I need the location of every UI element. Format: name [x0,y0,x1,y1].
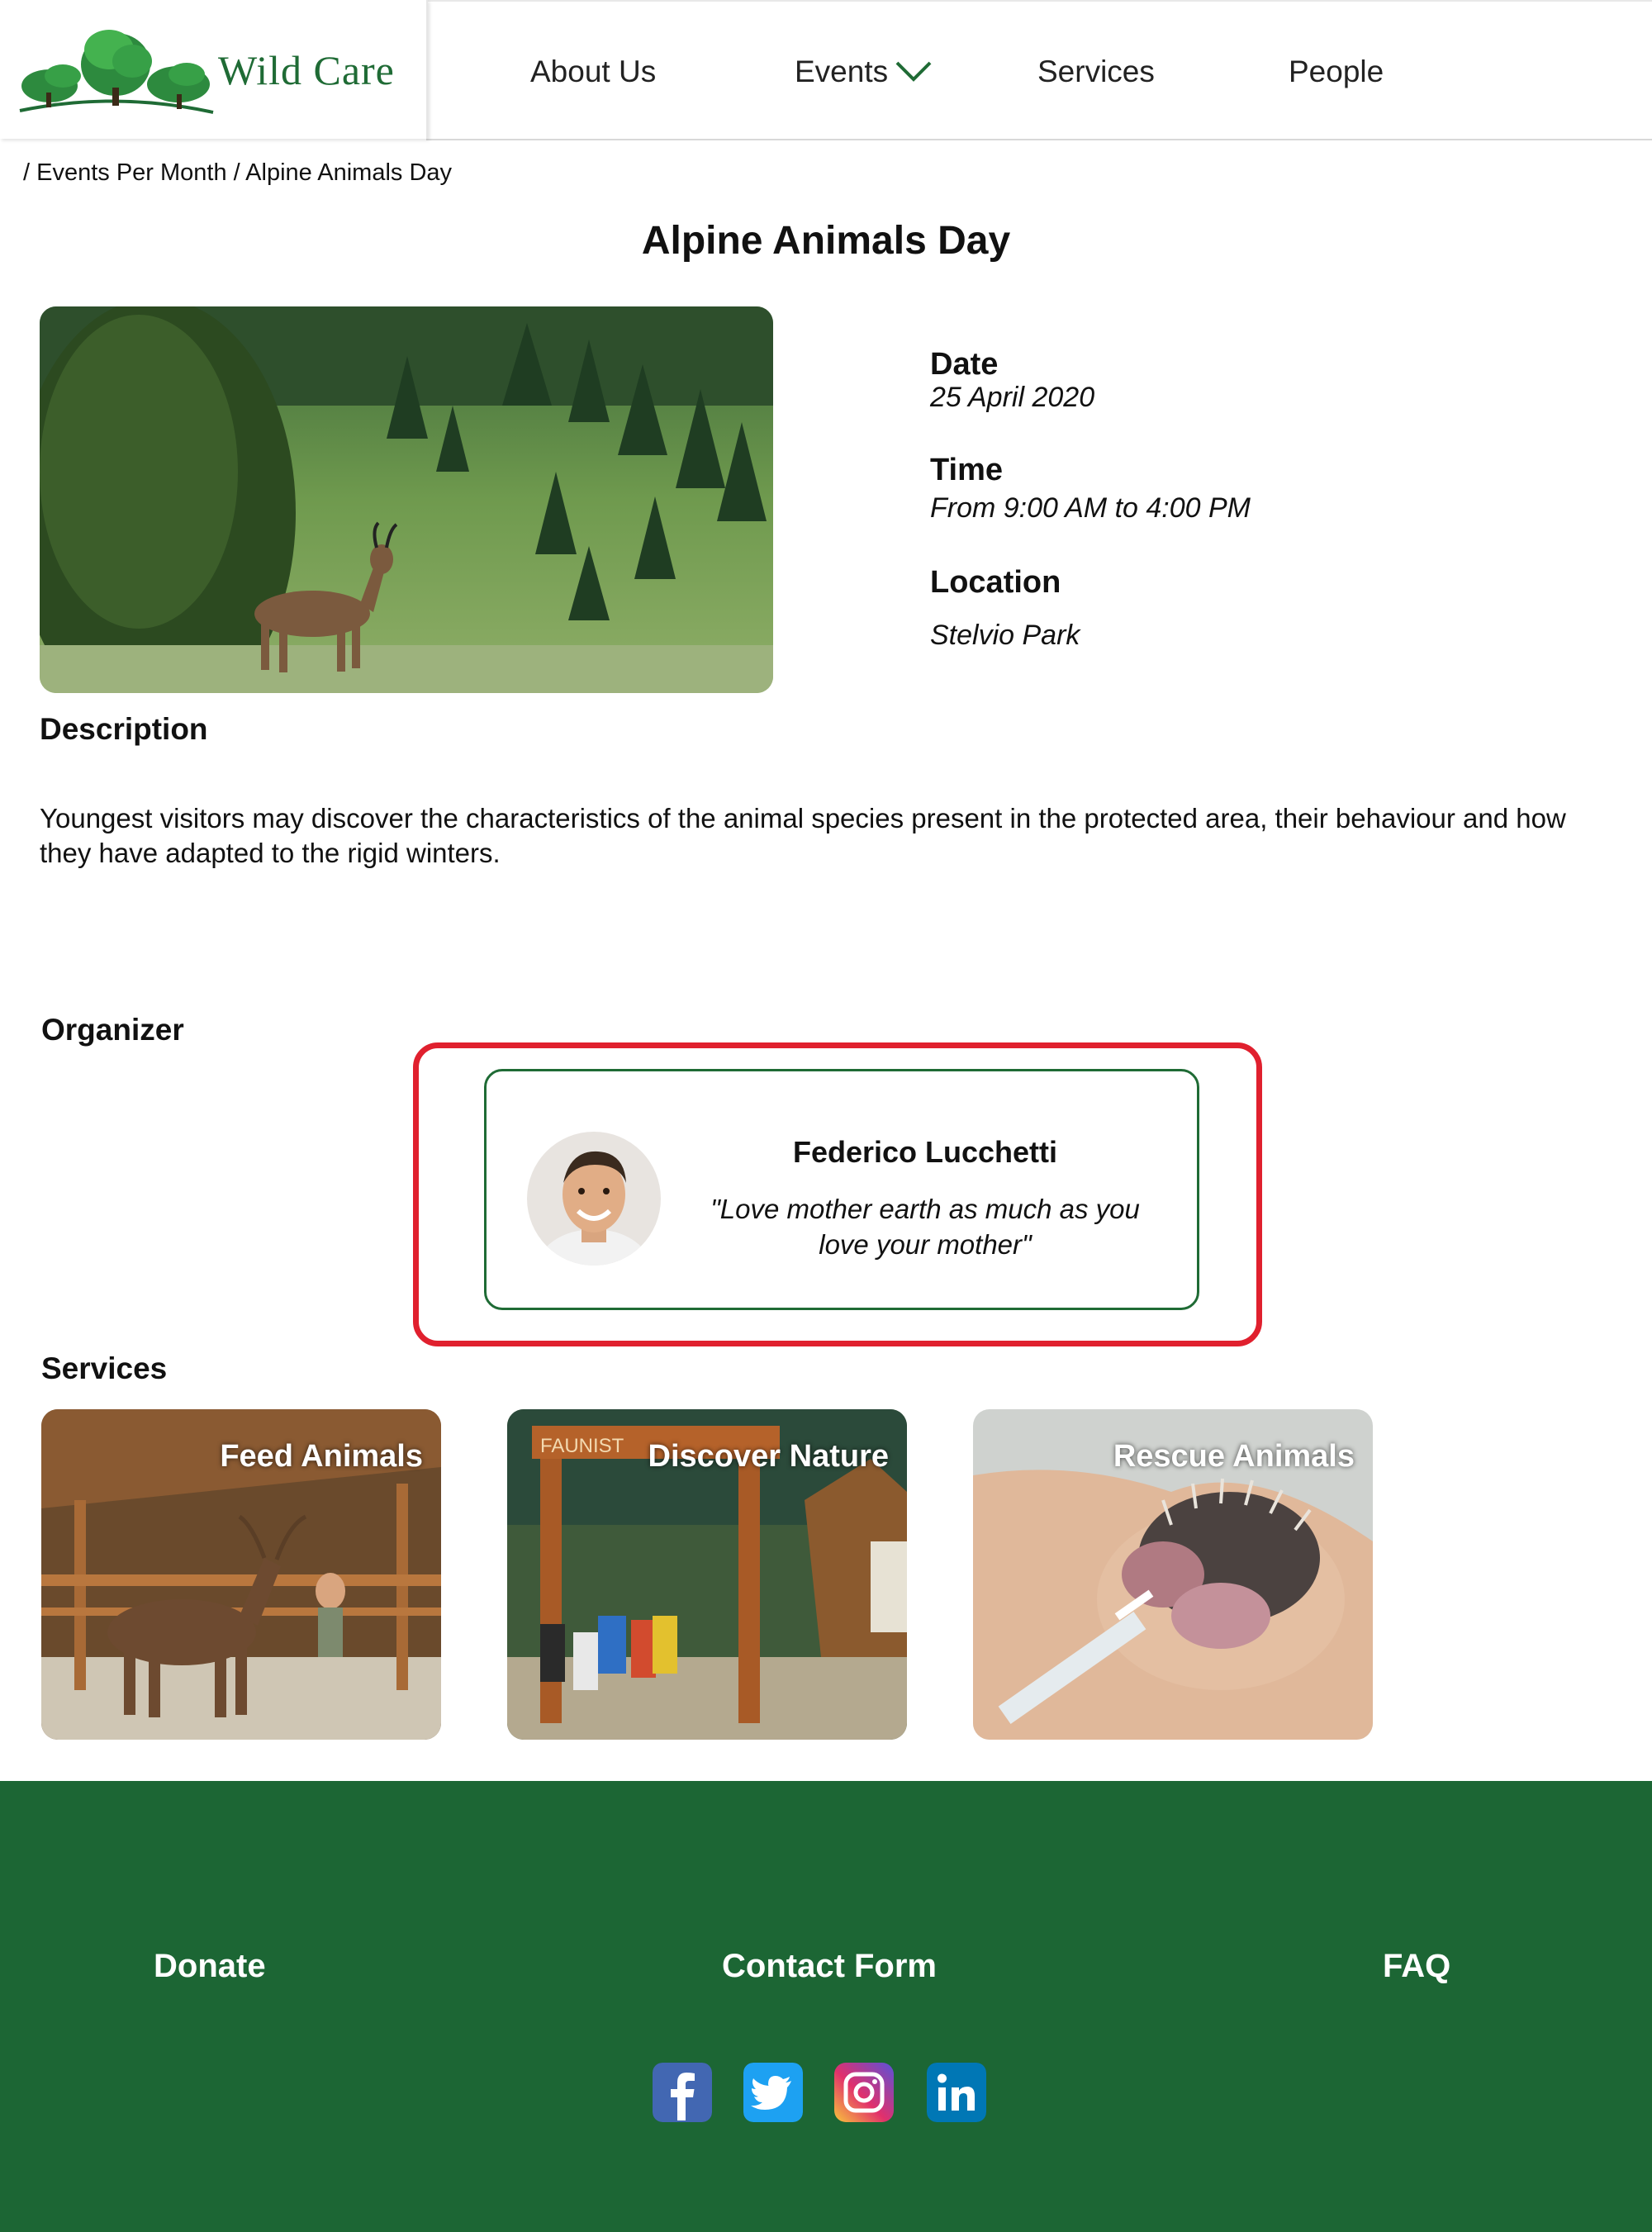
service-card-rescue-animals[interactable]: Rescue Animals [973,1409,1373,1740]
logo[interactable]: Wild Care [0,0,428,139]
chevron-down-icon[interactable] [894,58,933,84]
twitter-icon[interactable] [743,2063,803,2122]
service-label: Rescue Animals [1113,1439,1355,1474]
date-value: 25 April 2020 [930,382,1095,413]
page-title: Alpine Animals Day [641,219,1011,263]
service-card-feed-animals[interactable]: Feed Animals [41,1409,441,1740]
organizer-name: Federico Lucchetti [792,1135,1058,1169]
organizer-quote: "Love mother earth as much as you love y… [710,1194,1140,1260]
facebook-icon[interactable] [653,2063,712,2122]
footer-contact-form-link[interactable]: Contact Form [722,1948,937,1985]
services-heading: Services [41,1351,168,1385]
logo-text: Wild Care [218,47,395,93]
linkedin-icon[interactable] [927,2063,986,2122]
svg-text:FAUNIST: FAUNIST [540,1435,624,1457]
nav-services[interactable]: Services [1037,55,1155,89]
footer-faq-link[interactable]: FAQ [1383,1948,1450,1985]
service-label: Discover Nature [648,1439,889,1474]
service-card-discover-nature[interactable]: FAUNIST Discover Nature [507,1409,907,1740]
service-label: Feed Animals [220,1439,423,1474]
time-label: Time [930,453,1004,487]
footer-donate-link[interactable]: Donate [154,1948,266,1985]
time-value: From 9:00 AM to 4:00 PM [930,492,1251,524]
location-label: Location [930,565,1061,600]
nav-people[interactable]: People [1289,55,1384,89]
breadcrumb[interactable]: / Events Per Month / Alpine Animals Day [23,159,452,187]
nav-about-us[interactable]: About Us [530,55,656,89]
trees-logo-icon [19,30,214,114]
date-label: Date [930,347,999,382]
instagram-icon[interactable] [834,2063,894,2122]
nav-events[interactable]: Events [795,55,888,89]
avatar [527,1132,661,1266]
location-value: Stelvio Park [930,620,1080,651]
site-footer [0,1781,1652,2232]
event-hero-image [40,306,773,693]
description-text: Youngest visitors may discover the chara… [40,803,1566,868]
description-heading: Description [40,712,208,746]
organizer-heading: Organizer [41,1013,184,1047]
